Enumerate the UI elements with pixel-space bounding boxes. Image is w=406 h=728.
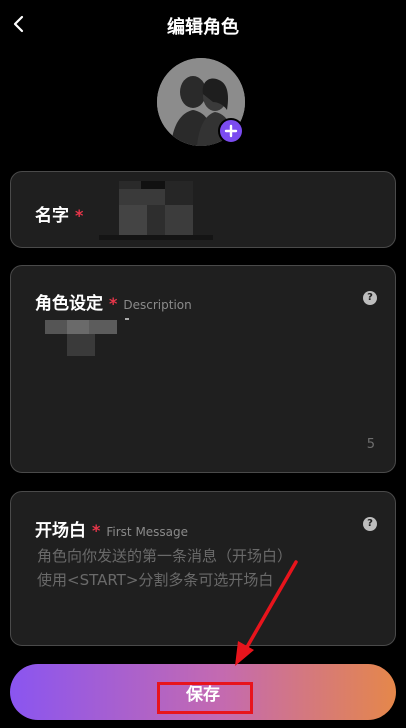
edit-character-page: 编辑角色 名字 * 角色设定 * Description ? 5 开场白 * F…: [0, 0, 406, 728]
save-label: 保存: [186, 684, 220, 705]
plus-icon: [224, 124, 238, 138]
required-mark: *: [75, 206, 84, 225]
first-message-label: 开场白 * First Message: [35, 521, 189, 541]
page-title: 编辑角色: [167, 17, 239, 38]
name-label: 名字 *: [35, 206, 84, 226]
first-message-field[interactable]: 开场白 * First Message ? 角色向你发送的第一条消息（开场白） 使用…: [10, 491, 396, 646]
first-message-hint: First Message: [106, 525, 189, 539]
description-hint: Description: [123, 298, 192, 312]
question-circle-icon[interactable]: ?: [363, 517, 377, 531]
description-field[interactable]: 角色设定 * Description ? 5: [10, 265, 396, 473]
first-message-placeholder[interactable]: 角色向你发送的第一条消息（开场白） 使用<START>分割多条可选开场白: [37, 544, 377, 592]
description-label: 角色设定 * Description: [35, 294, 192, 314]
add-avatar-button[interactable]: [218, 118, 244, 144]
save-button[interactable]: 保存: [10, 664, 396, 720]
character-count: 5: [366, 437, 375, 452]
required-mark: *: [92, 521, 101, 540]
avatar-container: [157, 58, 245, 146]
header: 编辑角色: [0, 0, 406, 52]
name-field[interactable]: 名字 *: [10, 171, 396, 248]
question-circle-icon[interactable]: ?: [363, 291, 377, 305]
required-mark: *: [109, 294, 118, 313]
